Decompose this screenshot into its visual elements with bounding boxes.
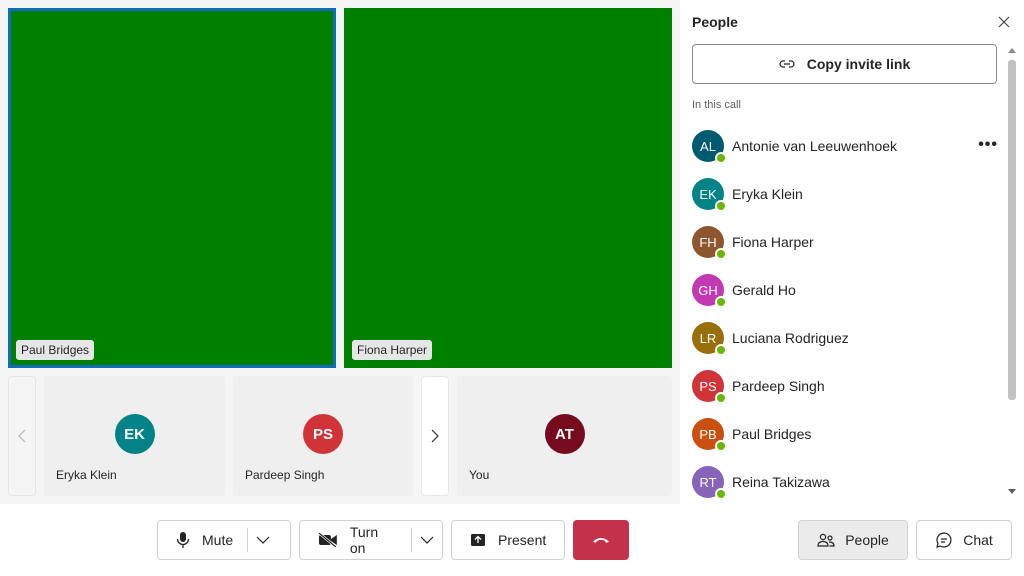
list-item[interactable]: PB Paul Bridges [692, 410, 1002, 458]
link-icon [779, 60, 795, 68]
mute-control: Mute [157, 520, 291, 560]
presence-available-icon [715, 200, 727, 212]
present-button[interactable]: Present [451, 520, 565, 560]
avatar: AL [692, 130, 727, 164]
leave-call-button[interactable] [573, 520, 629, 560]
scroll-thumb[interactable] [1008, 60, 1016, 400]
avatar: RT [692, 466, 727, 498]
presence-available-icon [715, 344, 727, 356]
thumbnail-eryka-klein[interactable]: EK Eryka Klein [44, 376, 225, 496]
chevron-down-icon [256, 536, 270, 544]
person-name: Fiona Harper [732, 234, 814, 250]
scroll-up-arrow-icon[interactable] [1008, 48, 1016, 53]
chat-icon [936, 532, 952, 548]
avatar: PS [303, 414, 343, 454]
avatar-initials: PS [699, 378, 717, 394]
people-icon [817, 533, 835, 547]
list-item[interactable]: FH Fiona Harper [692, 218, 1002, 266]
person-name: Gerald Ho [732, 282, 796, 298]
chat-label: Chat [963, 532, 993, 548]
avatar-initials: GH [698, 282, 718, 298]
more-options-icon[interactable]: ••• [978, 136, 998, 154]
list-item[interactable]: EK Eryka Klein [692, 170, 1002, 218]
strip-prev-button[interactable] [8, 376, 36, 496]
presence-available-icon [715, 248, 727, 260]
avatar: FH [692, 226, 727, 260]
tile-name-label: Fiona Harper [352, 340, 433, 360]
person-name: Antonie van Leeuwenhoek [732, 138, 898, 154]
camera-control: Turn on [299, 520, 443, 560]
copy-invite-link-button[interactable]: Copy invite link [692, 44, 997, 84]
panel-title: People [692, 14, 738, 30]
thumbnail-name: Eryka Klein [56, 468, 117, 482]
video-options-button[interactable] [412, 521, 442, 559]
presence-available-icon [715, 440, 727, 452]
close-icon[interactable] [996, 14, 1012, 30]
microphone-icon [176, 532, 190, 548]
camera-label: Turn on [349, 524, 379, 556]
chevron-down-icon [420, 536, 434, 544]
presence-available-icon [715, 392, 727, 404]
list-item[interactable]: LR Luciana Rodriguez [692, 314, 1002, 362]
person-name: Eryka Klein [732, 186, 803, 202]
tile-name-label: Paul Bridges [16, 340, 95, 360]
people-label: People [845, 532, 889, 548]
present-button-content: Present [452, 521, 560, 559]
person-name: Paul Bridges [732, 426, 812, 442]
presence-available-icon [715, 296, 727, 308]
scroll-down-arrow-icon[interactable] [1008, 489, 1016, 494]
chevron-left-icon [18, 429, 26, 443]
avatar-initials: FH [699, 234, 717, 250]
mute-button[interactable]: Mute [158, 521, 247, 559]
strip-next-button[interactable] [421, 376, 449, 496]
avatar-initials: EK [699, 186, 717, 202]
avatar-initials: AL [700, 138, 716, 154]
call-controls-bar: Mute Turn on Present People Chat [0, 504, 1024, 576]
people-list-scrollbar[interactable] [1006, 44, 1018, 496]
chevron-right-icon [431, 429, 439, 443]
self-view[interactable]: AT You [457, 376, 672, 496]
present-label: Present [498, 532, 547, 548]
people-panel: People Copy invite link In this call AL … [680, 0, 1024, 504]
video-tile-paul-bridges[interactable]: Paul Bridges [8, 8, 336, 368]
video-off-icon [318, 532, 337, 548]
list-item[interactable]: AL Antonie van Leeuwenhoek ••• [692, 122, 1002, 170]
list-item[interactable]: RT Reina Takizawa [692, 458, 1002, 498]
avatar-initials: LR [699, 330, 717, 346]
avatar: EK [692, 178, 727, 212]
hang-up-icon [593, 538, 609, 543]
audio-options-button[interactable] [248, 521, 278, 559]
video-tile-fiona-harper[interactable]: Fiona Harper [344, 8, 672, 368]
avatar-initials: PB [699, 426, 717, 442]
share-screen-icon [471, 534, 485, 546]
avatar: PB [692, 418, 727, 452]
list-item[interactable]: PS Pardeep Singh [692, 362, 1002, 410]
invite-label: Copy invite link [806, 56, 911, 72]
avatar: AT [544, 414, 585, 454]
avatar: GH [692, 274, 727, 308]
avatar: LR [692, 322, 727, 356]
self-view-name: You [469, 468, 490, 482]
person-name: Luciana Rodriguez [732, 330, 849, 346]
person-name: Reina Takizawa [732, 474, 830, 490]
thumbnail-name: Pardeep Singh [245, 468, 325, 482]
presence-available-icon [715, 488, 727, 498]
avatar-initials: RT [699, 474, 717, 490]
turn-on-camera-button[interactable]: Turn on [300, 521, 411, 559]
presence-available-icon [715, 152, 727, 164]
person-name: Pardeep Singh [732, 378, 825, 394]
people-list: AL Antonie van Leeuwenhoek ••• EK Eryka … [692, 122, 1002, 498]
chat-button[interactable]: Chat [916, 520, 1012, 560]
mute-label: Mute [202, 532, 234, 548]
video-stage: Paul Bridges Fiona Harper EK Eryka Klein… [0, 0, 680, 504]
people-button[interactable]: People [798, 520, 908, 560]
list-item[interactable]: GH Gerald Ho [692, 266, 1002, 314]
avatar: EK [114, 414, 155, 454]
thumbnail-pardeep-singh[interactable]: PS Pardeep Singh [233, 376, 413, 496]
avatar: PS [692, 370, 727, 404]
section-label: In this call [692, 99, 741, 111]
